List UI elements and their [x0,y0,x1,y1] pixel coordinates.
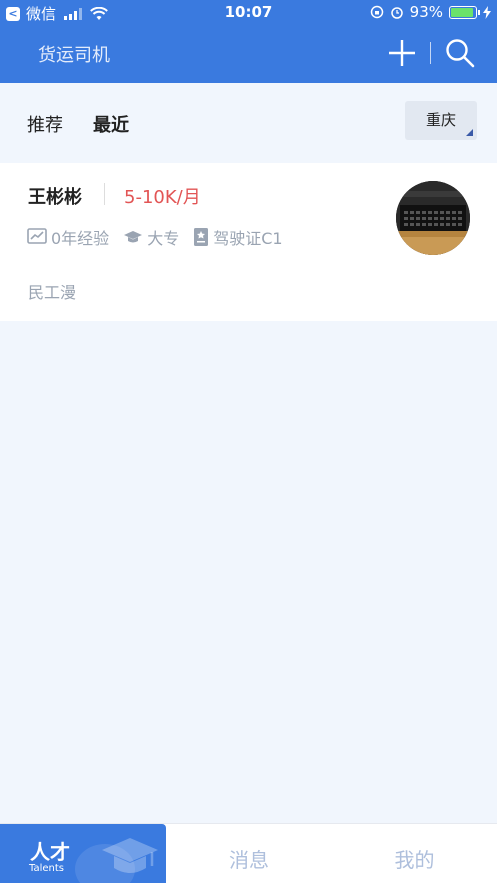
graduation-cap-icon [102,838,158,873]
charging-icon [483,5,491,19]
avatar[interactable] [396,181,470,255]
tabbar-item-messages[interactable]: 消息 [166,824,332,883]
page-title: 货运司机 [38,45,110,66]
experience-text: 0年经验 [51,229,110,248]
orientation-lock-icon [370,5,383,19]
battery-fill [451,7,474,17]
tabbar-messages-label: 消息 [229,848,269,872]
city-label: 重庆 [425,111,456,129]
status-bar: < 微信 10:07 93% [0,0,497,26]
corner-triangle-icon [466,129,473,136]
name-divider [104,183,105,205]
candidate-meta: 0年经验 大专 驾驶证C1 [27,225,297,249]
license-item: 驾驶证C1 [193,225,283,249]
tabbar-item-mine[interactable]: 我的 [332,824,497,883]
filter-bar: 推荐 最近 重庆 [0,83,497,158]
battery-percent: 93% [409,3,443,21]
bottom-tabbar: 人才 Talents 消息 我的 [0,823,497,883]
graduation-cap-icon [124,231,143,243]
license-icon [194,228,209,246]
chart-icon [27,228,47,244]
status-right: 93% [370,3,491,21]
tabbar-talents-sublabel: Talents [29,863,64,874]
tabbar-talents-label: 人才 [30,840,70,864]
city-select-button[interactable]: 重庆 [405,101,477,140]
candidate-salary: 5-10K/月 [124,187,201,208]
experience-item: 0年经验 [27,225,109,249]
app-header: < 微信 10:07 93% 货运司机 [0,0,497,83]
license-text: 驾驶证C1 [213,229,283,248]
tabbar-item-talents[interactable]: 人才 Talents [0,824,166,883]
tabbar-mine-label: 我的 [394,848,435,872]
education-item: 大专 [123,225,179,249]
candidate-card[interactable]: 王彬彬 5-10K/月 0年经验 大专 驾驶证C1 民工漫 [0,163,497,321]
tab-recommend[interactable]: 推荐 [27,111,63,137]
plus-icon[interactable] [388,39,416,67]
education-text: 大专 [147,229,180,248]
candidate-name: 王彬彬 [28,187,82,208]
candidate-company: 民工漫 [28,283,77,302]
alarm-icon [390,7,403,19]
battery-icon [449,5,480,19]
tab-recent[interactable]: 最近 [93,111,129,137]
search-icon[interactable] [445,38,475,68]
avatar-photo [396,181,470,255]
nav-divider [430,42,431,64]
